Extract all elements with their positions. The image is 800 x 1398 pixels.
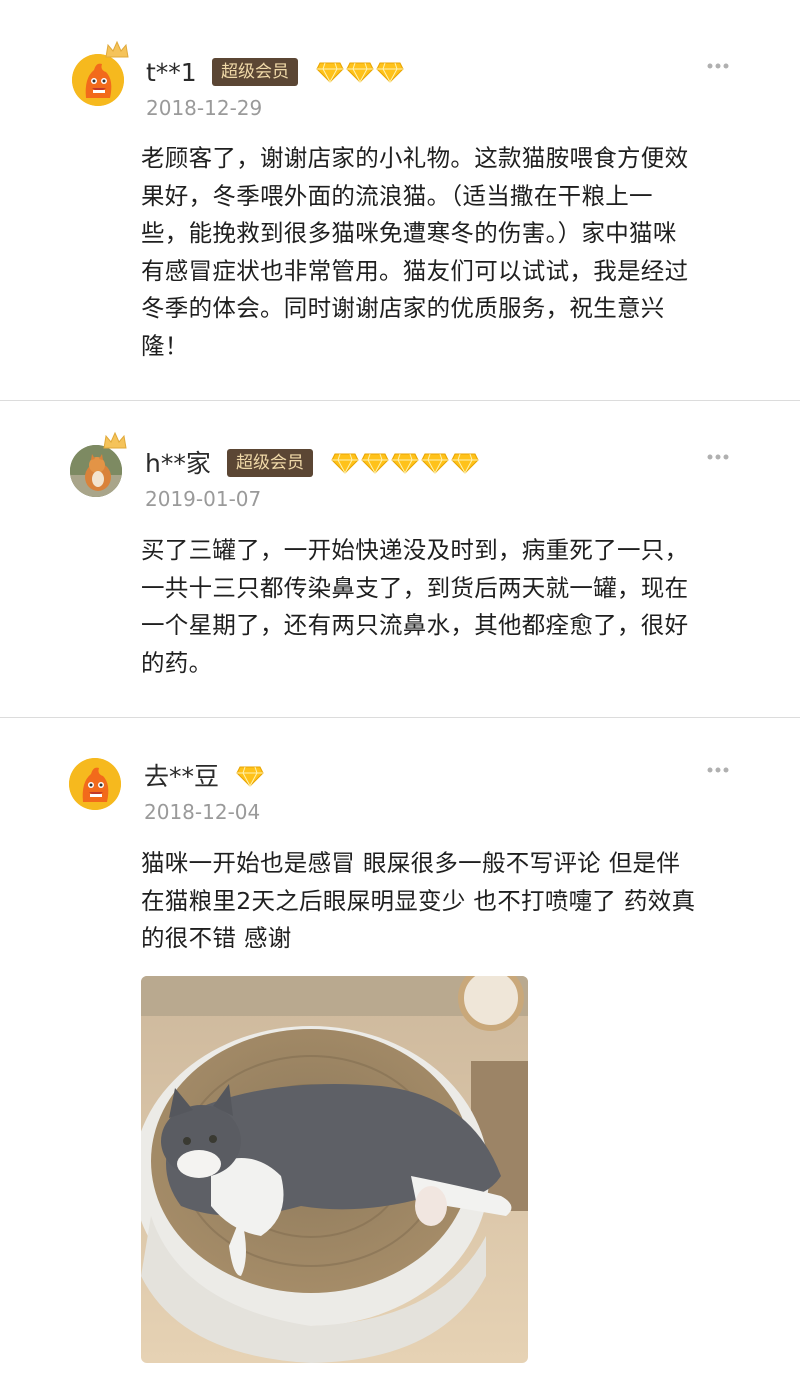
review-date: 2018-12-04 xyxy=(144,800,261,824)
member-level-gems xyxy=(331,452,479,474)
cat-in-scratcher-photo xyxy=(141,976,528,1363)
diamond-icon xyxy=(421,453,449,474)
mascot-icon xyxy=(69,758,121,810)
diamond-icon xyxy=(391,453,419,474)
member-level-gems xyxy=(236,765,264,787)
more-options-icon[interactable] xyxy=(706,766,730,774)
user-avatar[interactable] xyxy=(72,54,124,106)
review-card: 去**豆 2018-12-04 猫咪一开始也是感冒 眼屎很多一般不写评论 但是伴… xyxy=(0,718,800,1398)
review-text: 买了三罐了，一开始快递没及时到，病重死了一只， 一共十三只都传染鼻支了，到货后两… xyxy=(141,536,689,677)
diamond-icon xyxy=(331,453,359,474)
review-date: 2019-01-07 xyxy=(145,487,262,511)
cat-photo-icon xyxy=(70,445,122,497)
crown-icon xyxy=(103,431,127,449)
diamond-icon xyxy=(346,62,374,83)
review-photo[interactable] xyxy=(141,976,528,1363)
crown-icon xyxy=(105,40,129,58)
diamond-icon xyxy=(361,453,389,474)
member-level-gems xyxy=(316,61,404,83)
user-avatar[interactable] xyxy=(70,445,122,497)
super-member-badge: 超级会员 xyxy=(227,449,313,477)
diamond-icon xyxy=(376,62,404,83)
review-text: 猫咪一开始也是感冒 眼屎很多一般不写评论 但是伴 在猫粮里2天之后眼屎明显变少 … xyxy=(141,849,696,952)
more-options-icon[interactable] xyxy=(706,453,730,461)
username[interactable]: h**家 xyxy=(145,449,211,479)
user-avatar[interactable] xyxy=(69,758,121,810)
review-date: 2018-12-29 xyxy=(146,96,263,120)
super-member-badge: 超级会员 xyxy=(212,58,298,86)
diamond-icon xyxy=(451,453,479,474)
diamond-icon xyxy=(236,766,264,787)
review-card: h**家 超级会员 2019-01-07 买了三罐了，一开始快递没及时到，病重死… xyxy=(0,401,800,717)
more-options-icon[interactable] xyxy=(706,62,730,70)
username[interactable]: 去**豆 xyxy=(144,762,219,792)
diamond-icon xyxy=(316,62,344,83)
review-text: 老顾客了，谢谢店家的小礼物。这款猫胺喂食方便效 果好，冬季喂外面的流浪猫。（适当… xyxy=(141,144,689,360)
username[interactable]: t**1 xyxy=(146,58,197,88)
mascot-icon xyxy=(72,54,124,106)
review-card: t**1 超级会员 2018-12-29 老顾客了，谢谢店家的小礼物。这款猫胺喂… xyxy=(0,0,800,400)
